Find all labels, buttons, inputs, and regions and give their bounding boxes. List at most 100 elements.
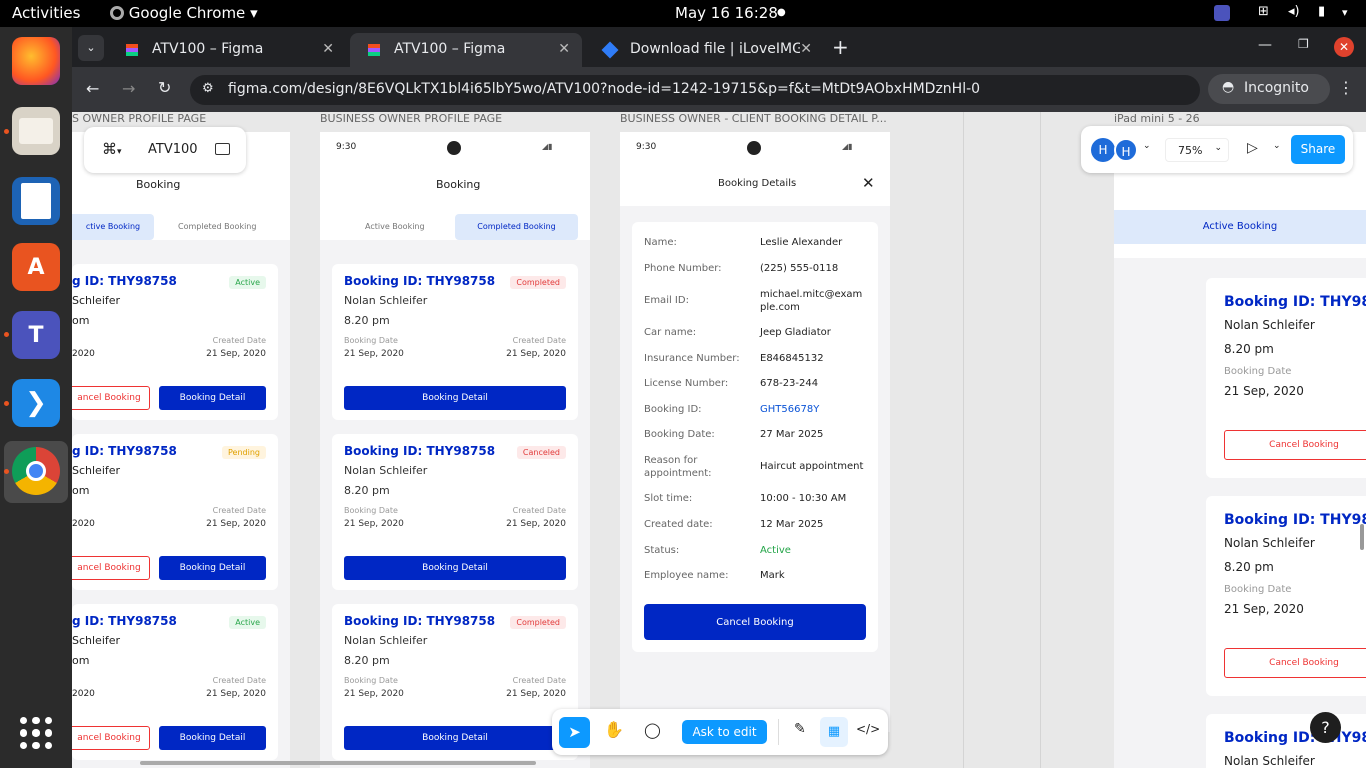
cancel-booking-button[interactable]: ancel Booking <box>72 726 150 750</box>
tab-completed-booking[interactable]: Completed Booking <box>455 214 578 240</box>
divider <box>1040 112 1041 768</box>
booking-detail-button[interactable]: Booking Detail <box>159 386 266 410</box>
booking-detail-button[interactable]: Booking Detail <box>159 556 266 580</box>
app-menu[interactable]: Google Chrome ▾ <box>110 4 258 22</box>
dev-mode-code-icon[interactable]: </> <box>856 722 880 736</box>
present-play-icon[interactable]: ▷ <box>1247 140 1258 156</box>
show-apps-icon[interactable] <box>20 717 52 749</box>
frame-business-owner-profile[interactable]: 9:30 ◢▮ Booking Active Booking Completed… <box>320 132 590 768</box>
activities-button[interactable]: Activities <box>12 4 80 22</box>
file-name[interactable]: ATV100 <box>148 142 198 157</box>
chevron-down-icon[interactable]: ⌄ <box>1143 141 1151 151</box>
tab-atv100-active[interactable]: ATV100 – Figma ✕ <box>350 33 582 67</box>
booking-card[interactable]: Booking ID: THY98758 Completed Nolan Sch… <box>332 604 578 760</box>
close-tab-icon[interactable]: ✕ <box>322 41 334 57</box>
scrollbar-thumb[interactable] <box>1360 524 1364 550</box>
tab-active-booking[interactable]: ctive Booking <box>72 214 154 240</box>
cancel-booking-button[interactable]: ancel Booking <box>72 556 150 580</box>
battery-icon[interactable]: ▮ <box>1318 4 1325 19</box>
design-mode-icon[interactable]: ▦ <box>820 717 848 747</box>
horizontal-scrollbar[interactable] <box>140 761 536 765</box>
figma-favicon-icon <box>368 44 380 56</box>
screen-title: Booking <box>136 178 181 191</box>
firefox-icon[interactable] <box>12 37 60 85</box>
frame-label[interactable]: BUSINESS OWNER - CLIENT BOOKING DETAIL P… <box>620 112 887 125</box>
ask-to-edit-button[interactable]: Ask to edit <box>682 720 767 744</box>
status-time: 9:30 <box>336 142 357 152</box>
teams-tray-icon[interactable] <box>1214 5 1230 21</box>
close-icon[interactable]: ✕ <box>862 174 875 192</box>
details-card: Name: Leslie Alexander Phone Number: (225)… <box>632 222 878 652</box>
incognito-indicator[interactable]: ◓ Incognito <box>1208 74 1330 104</box>
booking-detail-button[interactable]: Booking Detail <box>344 726 566 750</box>
new-tab-icon[interactable]: + <box>832 35 849 59</box>
tab-active-booking[interactable]: Active Booking <box>365 222 425 231</box>
close-tab-icon[interactable]: ✕ <box>558 41 570 57</box>
booking-detail-button[interactable]: Booking Detail <box>344 386 566 410</box>
maximize-icon[interactable]: ❐ <box>1298 37 1309 51</box>
frame-label[interactable]: S OWNER PROFILE PAGE <box>72 112 206 125</box>
booking-card[interactable]: g ID: THY98758 Pending Schleifer om 2020… <box>72 434 278 590</box>
booking-card[interactable]: Booking ID: THY98758 Completed Nolan Sch… <box>332 264 578 420</box>
cancel-booking-button[interactable]: Cancel Booking <box>1224 648 1366 678</box>
chevron-down-icon[interactable]: ⌄ <box>1273 141 1281 151</box>
comment-tool-icon[interactable]: ◯ <box>644 721 661 739</box>
omnibox[interactable]: ⚙ figma.com/design/8E6VQLkTX1bl4i65lbY5w… <box>190 75 1200 105</box>
close-window-icon[interactable]: ✕ <box>1334 37 1354 57</box>
panel-toggle-icon[interactable] <box>215 143 230 155</box>
frame-label[interactable]: BUSINESS OWNER PROFILE PAGE <box>320 112 502 125</box>
tab-download-file[interactable]: Download file | iLoveIMG ✕ <box>586 33 824 67</box>
signal-battery-icon: ◢▮ <box>842 142 853 151</box>
frame-ipad-mini[interactable]: Active Booking Booking ID: THY9875 Nolan… <box>1114 132 1366 768</box>
tab-search-chevron-icon[interactable]: ⌄ <box>78 35 104 61</box>
booking-card[interactable]: Booking ID: THY98758 Canceled Nolan Schl… <box>332 434 578 590</box>
tab-atv100-1[interactable]: ATV100 – Figma ✕ <box>108 33 346 67</box>
network-icon[interactable]: ⊞ <box>1258 4 1269 19</box>
avatar[interactable]: H <box>1114 138 1138 162</box>
files-icon[interactable] <box>12 107 60 155</box>
zoom-dropdown[interactable]: 75% ⌄ <box>1165 138 1229 162</box>
frame-client-booking-detail[interactable]: 9:30 ◢▮ Booking Details ✕ Name: Leslie Al… <box>620 132 890 732</box>
cancel-booking-button[interactable]: ancel Booking <box>72 386 150 410</box>
help-button[interactable]: ? <box>1310 712 1341 743</box>
site-info-icon[interactable]: ⚙ <box>202 81 214 96</box>
chrome-icon[interactable] <box>12 447 60 495</box>
booking-card[interactable]: g ID: THY98758 Active Schleifer om 2020 … <box>72 604 278 760</box>
figma-main-menu-icon[interactable]: ⌘▾ <box>102 140 122 158</box>
frame-label[interactable]: iPad mini 5 - 26 <box>1114 112 1200 125</box>
figma-canvas[interactable]: S OWNER PROFILE PAGE BUSINESS OWNER PROF… <box>72 112 1366 768</box>
close-tab-icon[interactable]: ✕ <box>800 41 812 57</box>
ipad-booking-card[interactable]: Booking ID: THY9875 Nolan Schleifer <box>1206 714 1366 768</box>
cancel-booking-button[interactable]: Cancel Booking <box>644 604 866 640</box>
reload-icon[interactable]: ↻ <box>158 78 171 97</box>
app-center-icon[interactable]: A <box>12 243 60 291</box>
system-menu-chevron-icon[interactable]: ▾ <box>1342 6 1348 19</box>
url-text[interactable]: figma.com/design/8E6VQLkTX1bl4i65lbY5wo/… <box>228 81 980 97</box>
iloveimg-favicon-icon <box>601 41 619 59</box>
avatar[interactable]: H <box>1091 138 1115 162</box>
ipad-booking-card[interactable]: Booking ID: THY9875 Nolan Schleifer 8.20… <box>1206 496 1366 696</box>
back-icon[interactable]: ← <box>86 79 99 98</box>
clock[interactable]: May 16 16:28 <box>675 4 778 22</box>
draw-mode-icon[interactable]: ✎ <box>794 721 806 737</box>
chrome-menu-icon[interactable]: ⋮ <box>1338 78 1354 97</box>
booking-detail-button[interactable]: Booking Detail <box>344 556 566 580</box>
hand-tool-icon[interactable]: ✋ <box>604 720 624 739</box>
share-button[interactable]: Share <box>1291 135 1345 164</box>
teams-for-linux-icon[interactable]: T <box>12 311 60 359</box>
cancel-booking-button[interactable]: Cancel Booking <box>1224 430 1366 460</box>
volume-icon[interactable]: ◂) <box>1288 4 1300 19</box>
status-badge: Canceled <box>516 446 566 459</box>
frame-owner-profile-partial[interactable]: Booking ctive Booking Completed Booking … <box>72 132 290 768</box>
tab-active-booking[interactable]: Active Booking <box>1114 210 1366 244</box>
libreoffice-impress-icon[interactable] <box>12 177 60 225</box>
booking-detail-button[interactable]: Booking Detail <box>159 726 266 750</box>
ipad-booking-card[interactable]: Booking ID: THY9875 Nolan Schleifer 8.20… <box>1206 278 1366 478</box>
running-indicator <box>4 129 9 134</box>
vscode-icon[interactable]: ❯ <box>12 379 60 427</box>
move-tool-icon[interactable]: ➤ <box>559 717 590 748</box>
forward-icon[interactable]: → <box>122 79 135 98</box>
booking-card[interactable]: g ID: THY98758 Active Schleifer om 2020 … <box>72 264 278 420</box>
minimize-icon[interactable]: — <box>1258 37 1272 53</box>
tab-completed-booking[interactable]: Completed Booking <box>178 222 256 231</box>
